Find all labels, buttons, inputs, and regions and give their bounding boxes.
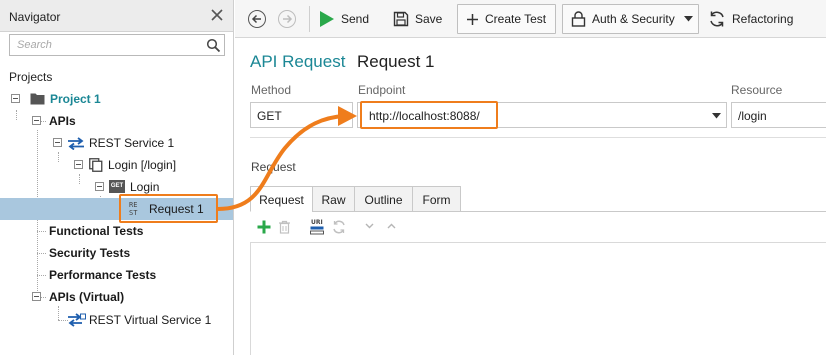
back-button[interactable] xyxy=(248,10,266,28)
rest-request-icon: RE ST xyxy=(129,201,143,218)
add-icon[interactable] xyxy=(257,220,271,234)
refactoring-label: Refactoring xyxy=(732,12,794,26)
collapse-toggle[interactable] xyxy=(32,292,41,301)
section-divider xyxy=(250,137,826,138)
arrow-left-icon xyxy=(251,14,261,24)
tree-item-rest-virtual-service[interactable]: REST Virtual Service 1 xyxy=(0,309,233,331)
sync-icon[interactable] xyxy=(332,220,346,234)
rest-service-icon xyxy=(68,137,84,150)
create-test-button[interactable]: Create Test xyxy=(457,4,556,34)
search-field[interactable] xyxy=(9,34,225,56)
tree-item-label: REST Service 1 xyxy=(89,136,175,150)
tree-item-label: Login xyxy=(130,180,160,194)
move-up-icon[interactable] xyxy=(387,223,396,229)
collapse-toggle[interactable] xyxy=(32,116,41,125)
auth-security-button[interactable]: Auth & Security xyxy=(562,4,699,34)
navigator-title: Navigator xyxy=(9,10,61,24)
save-button[interactable]: Save xyxy=(393,0,442,38)
tree-item-label: Project 1 xyxy=(50,92,101,106)
get-method-icon: GET xyxy=(109,180,125,193)
projects-label: Projects xyxy=(9,70,53,84)
tree-item-label: Security Tests xyxy=(49,246,131,260)
refactoring-button[interactable]: Refactoring xyxy=(708,0,793,38)
move-down-icon[interactable] xyxy=(365,223,374,229)
request-sub-toolbar: URI xyxy=(250,212,826,242)
navigator-header: Navigator xyxy=(0,0,233,32)
lock-icon xyxy=(571,11,586,27)
tree-item-resource[interactable]: Login [/login] xyxy=(0,154,233,176)
request-badge-bottom: ST xyxy=(129,209,138,217)
send-button[interactable]: Send xyxy=(319,0,369,38)
chevron-down-icon[interactable] xyxy=(712,113,721,119)
auth-security-label: Auth & Security xyxy=(592,12,675,26)
editor-heading-type: API Request xyxy=(250,52,346,71)
forward-button[interactable] xyxy=(278,10,296,28)
tab-raw[interactable]: Raw xyxy=(312,186,355,212)
endpoint-label: Endpoint xyxy=(358,83,406,97)
tree-item-label: APIs xyxy=(49,114,76,128)
main-toolbar: Send Save Create Test Auth & Security Re… xyxy=(235,0,826,38)
request-badge-top: RE xyxy=(129,201,138,209)
save-icon xyxy=(393,11,409,27)
tab-request[interactable]: Request xyxy=(250,186,313,212)
tree-item-label: Performance Tests xyxy=(49,268,157,282)
request-section-label: Request xyxy=(251,160,296,174)
resource-label: Resource xyxy=(731,83,783,97)
tree-item-security-tests[interactable]: Security Tests xyxy=(0,242,233,264)
tree-item-label: Login [/login] xyxy=(108,158,177,172)
close-icon[interactable] xyxy=(208,6,226,24)
tab-form[interactable]: Form xyxy=(412,186,461,212)
tree-item-rest-service[interactable]: REST Service 1 xyxy=(0,132,233,154)
create-test-label: Create Test xyxy=(485,12,547,26)
resource-field[interactable]: /login xyxy=(731,102,826,128)
method-value: GET xyxy=(257,109,282,123)
plus-icon xyxy=(467,13,478,25)
resource-value: /login xyxy=(738,109,767,123)
arrow-right-icon xyxy=(283,14,293,24)
tree-item-apis-virtual[interactable]: APIs (Virtual) xyxy=(0,286,233,308)
toolbar-separator xyxy=(309,6,310,32)
resource-icon xyxy=(89,158,103,172)
send-label: Send xyxy=(341,12,370,26)
tree-item-functional-tests[interactable]: Functional Tests xyxy=(0,220,233,242)
tree-item-label: REST Virtual Service 1 xyxy=(89,313,212,327)
collapse-toggle[interactable] xyxy=(74,160,83,169)
method-label: Method xyxy=(251,83,292,97)
search-icon[interactable] xyxy=(206,38,221,53)
tree-item-performance-tests[interactable]: Performance Tests xyxy=(0,264,233,286)
navigator-panel: Navigator Projects Project 1 APIs xyxy=(0,0,234,355)
save-label: Save xyxy=(415,12,443,26)
editor-heading-name: Request 1 xyxy=(357,52,435,71)
collapse-toggle[interactable] xyxy=(11,94,20,103)
tree-item-apis[interactable]: APIs xyxy=(0,110,233,132)
tree-item-method[interactable]: GET Login xyxy=(0,176,233,198)
folder-icon xyxy=(30,93,45,105)
collapse-toggle[interactable] xyxy=(53,138,62,147)
method-select[interactable]: GET xyxy=(250,102,353,128)
tree-item-label: APIs (Virtual) xyxy=(49,290,125,304)
dropdown-arrow-icon xyxy=(683,16,693,22)
refresh-icon xyxy=(710,11,724,27)
endpoint-value: http://localhost:8088/ xyxy=(369,109,480,123)
tab-outline[interactable]: Outline xyxy=(354,186,413,212)
delete-icon[interactable] xyxy=(278,220,291,234)
tree-item-label: Functional Tests xyxy=(49,224,144,238)
request-parameters-area[interactable] xyxy=(250,242,826,355)
endpoint-select[interactable]: http://localhost:8088/ xyxy=(357,102,727,128)
collapse-toggle[interactable] xyxy=(95,182,104,191)
tree-item-request[interactable]: RE ST Request 1 xyxy=(0,198,233,220)
tree-item-label: Request 1 xyxy=(149,202,204,216)
uri-parameters-icon[interactable] xyxy=(310,226,324,235)
virtual-service-icon xyxy=(68,313,86,327)
search-input[interactable] xyxy=(10,35,200,55)
uri-badge: URI xyxy=(311,219,323,226)
tree-item-project[interactable]: Project 1 xyxy=(0,88,233,110)
play-icon xyxy=(320,11,334,27)
